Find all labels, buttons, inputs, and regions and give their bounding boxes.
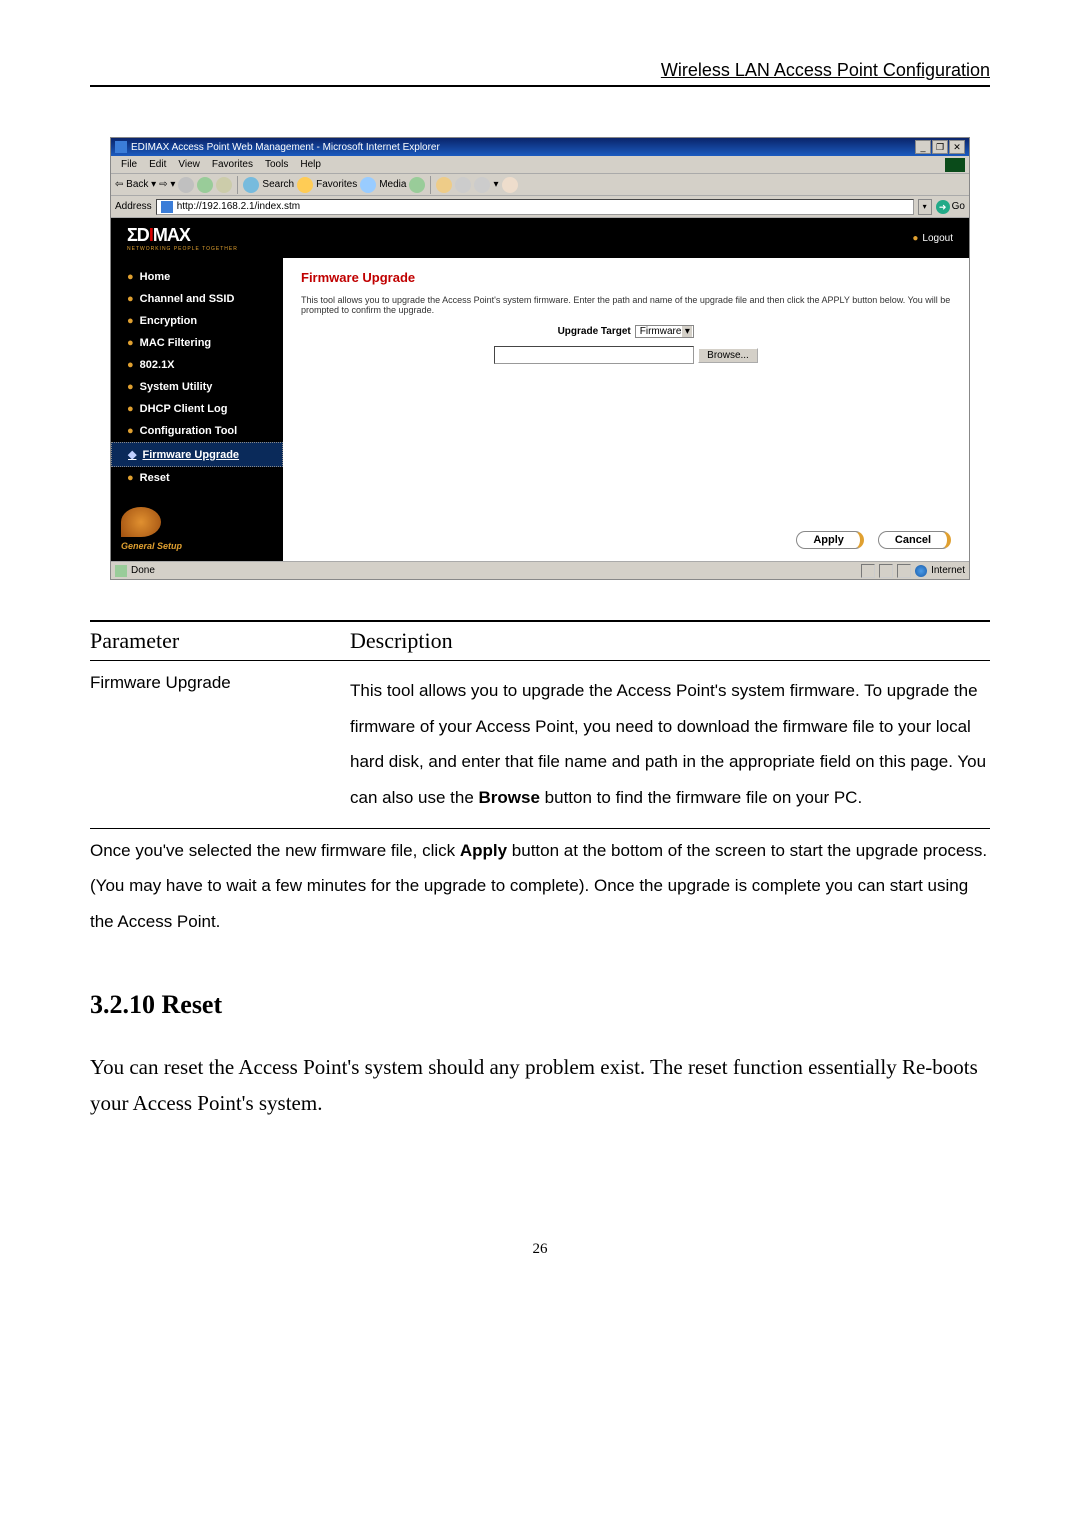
upgrade-target-select[interactable]: Firmware: [635, 325, 695, 338]
menubar: File Edit View Favorites Tools Help: [111, 156, 969, 174]
done-icon: [115, 565, 127, 577]
after-table-paragraph: Once you've selected the new firmware fi…: [90, 833, 990, 940]
sidebar-item-home[interactable]: Home: [111, 266, 283, 288]
home-icon[interactable]: [216, 177, 232, 193]
general-setup-label: General Setup: [121, 541, 273, 551]
menu-file[interactable]: File: [115, 159, 143, 170]
print-icon[interactable]: [455, 177, 471, 193]
sidebar-item-firmware-upgrade[interactable]: Firmware Upgrade: [111, 442, 283, 467]
close-button[interactable]: ✕: [949, 140, 965, 154]
forward-button[interactable]: ⇨ ▾: [159, 179, 175, 190]
menu-edit[interactable]: Edit: [143, 159, 172, 170]
menu-favorites[interactable]: Favorites: [206, 159, 259, 170]
internet-icon: [915, 565, 927, 577]
page-header: Wireless LAN Access Point Configuration: [90, 60, 990, 87]
upgrade-target-label: Upgrade Target: [558, 326, 631, 337]
menu-tools[interactable]: Tools: [259, 159, 294, 170]
search-button[interactable]: Search: [262, 179, 294, 190]
go-button[interactable]: ➜ Go: [936, 200, 965, 214]
section-heading: 3.2.10 Reset: [90, 990, 990, 1020]
stop-icon[interactable]: [178, 177, 194, 193]
swirl-icon: [121, 507, 161, 537]
sidebar-item-encryption[interactable]: Encryption: [111, 310, 283, 332]
ie-icon: [115, 141, 127, 153]
ie-throbber-icon: [945, 158, 965, 172]
history-icon[interactable]: [409, 177, 425, 193]
page-icon: [161, 201, 173, 213]
sidebar-item-reset[interactable]: Reset: [111, 467, 283, 489]
favorites-icon[interactable]: [297, 177, 313, 193]
main-panel: Firmware Upgrade This tool allows you to…: [283, 258, 969, 561]
panel-title: Firmware Upgrade: [301, 270, 951, 285]
parameter-table: Parameter Description Firmware Upgrade T…: [90, 620, 990, 829]
table-cell-parameter: Firmware Upgrade: [90, 661, 350, 828]
sidebar-item-system-utility[interactable]: System Utility: [111, 376, 283, 398]
sidebar-item-channel-ssid[interactable]: Channel and SSID: [111, 288, 283, 310]
cancel-button[interactable]: Cancel: [878, 531, 951, 549]
sidebar-item-dhcp-client-log[interactable]: DHCP Client Log: [111, 398, 283, 420]
app-header: ΣDIMAX NETWORKING PEOPLE TOGETHER Logout: [111, 218, 969, 258]
statusbar: Done Internet: [111, 561, 969, 579]
browser-window: EDIMAX Access Point Web Management - Mic…: [110, 137, 970, 580]
sidebar-item-mac-filtering[interactable]: MAC Filtering: [111, 332, 283, 354]
more-icon[interactable]: ▾: [493, 179, 498, 190]
sidebar-item-8021x[interactable]: 802.1X: [111, 354, 283, 376]
file-path-input[interactable]: [494, 346, 694, 364]
media-button[interactable]: Media: [379, 179, 406, 190]
favorites-button[interactable]: Favorites: [316, 179, 357, 190]
edimax-logo: ΣDIMAX NETWORKING PEOPLE TOGETHER: [127, 225, 238, 252]
logout-link[interactable]: Logout: [912, 233, 953, 244]
menu-help[interactable]: Help: [294, 159, 327, 170]
table-cell-description: This tool allows you to upgrade the Acce…: [350, 661, 990, 828]
discuss-icon[interactable]: [502, 177, 518, 193]
address-dropdown[interactable]: ▾: [918, 199, 932, 215]
table-header-parameter: Parameter: [90, 628, 350, 654]
window-title: EDIMAX Access Point Web Management - Mic…: [131, 142, 915, 153]
apply-button[interactable]: Apply: [796, 531, 864, 549]
sidebar: Home Channel and SSID Encryption MAC Fil…: [111, 258, 283, 497]
address-input[interactable]: http://192.168.2.1/index.stm: [156, 199, 914, 215]
panel-description: This tool allows you to upgrade the Acce…: [301, 295, 951, 315]
mail-icon[interactable]: [436, 177, 452, 193]
sidebar-footer: General Setup: [111, 497, 283, 561]
section-body: You can reset the Access Point's system …: [90, 1050, 990, 1121]
minimize-button[interactable]: _: [915, 140, 931, 154]
edit-icon[interactable]: [474, 177, 490, 193]
go-icon: ➜: [936, 200, 950, 214]
sidebar-item-configuration-tool[interactable]: Configuration Tool: [111, 420, 283, 442]
back-button[interactable]: ⇦ Back ▾: [115, 179, 156, 190]
table-header-description: Description: [350, 628, 453, 654]
addressbar: Address http://192.168.2.1/index.stm ▾ ➜…: [111, 196, 969, 218]
status-text: Done: [131, 565, 155, 576]
zone-label: Internet: [931, 565, 965, 576]
toolbar: ⇦ Back ▾ ⇨ ▾ Search Favorites Media ▾: [111, 174, 969, 196]
page-number: 26: [90, 1241, 990, 1258]
refresh-icon[interactable]: [197, 177, 213, 193]
address-label: Address: [115, 201, 152, 212]
media-icon[interactable]: [360, 177, 376, 193]
maximize-button[interactable]: ❐: [932, 140, 948, 154]
titlebar: EDIMAX Access Point Web Management - Mic…: [111, 138, 969, 156]
menu-view[interactable]: View: [172, 159, 206, 170]
browse-button[interactable]: Browse...: [698, 348, 758, 363]
search-icon[interactable]: [243, 177, 259, 193]
